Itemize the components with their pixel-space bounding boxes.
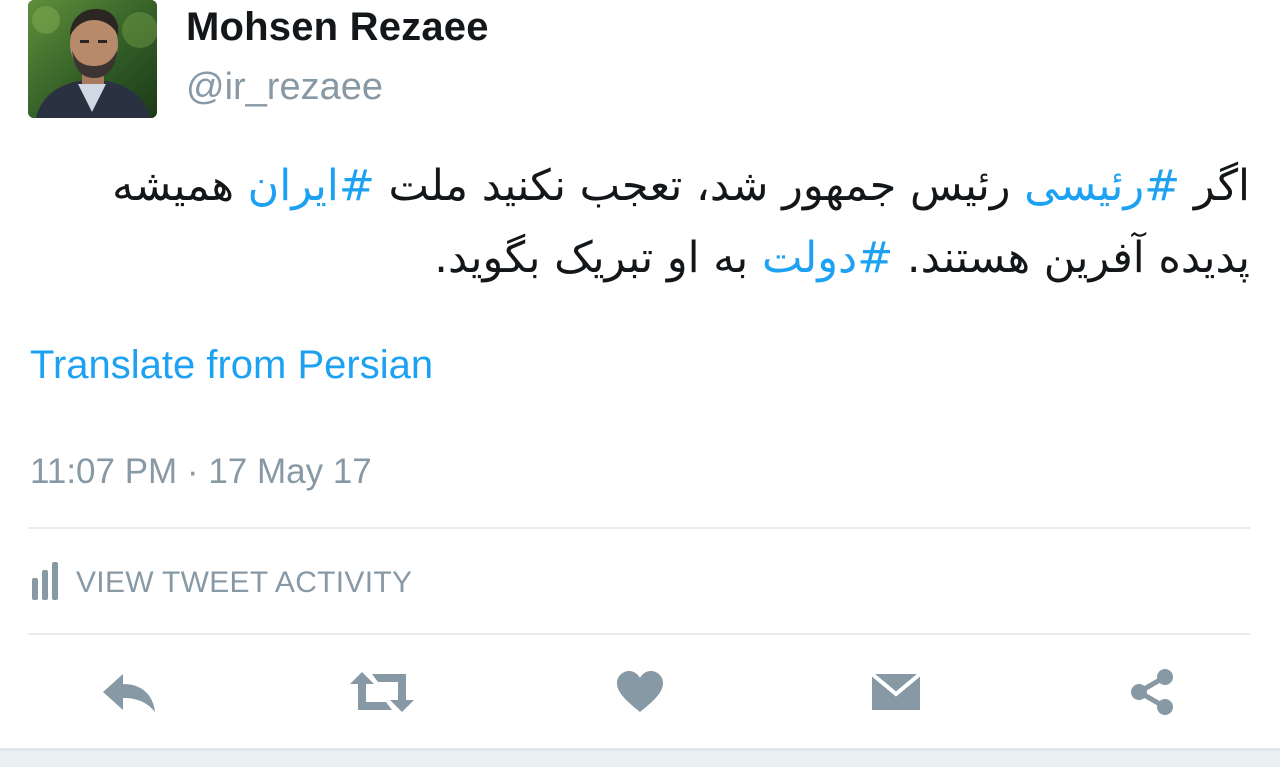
- tweet-detail-view: Mohsen Rezaee @ir_rezaee اگر #رئیسی رئیس…: [0, 0, 1280, 767]
- bar-chart-icon: [30, 561, 66, 605]
- avatar[interactable]: [28, 0, 157, 118]
- tweet-text-segment: اگر: [1180, 161, 1250, 211]
- retweet-button[interactable]: [350, 668, 414, 720]
- tweet-text-segment: رئیس جمهور شد، تعجب نکنید ملت: [374, 161, 1025, 211]
- avatar-image: [28, 0, 157, 118]
- bottom-separator: [0, 748, 1280, 767]
- retweet-icon: [350, 670, 414, 719]
- translate-link[interactable]: Translate from Persian: [30, 343, 433, 388]
- envelope-icon: [870, 670, 922, 719]
- reply-icon: [101, 670, 157, 719]
- view-tweet-activity-button[interactable]: VIEW TWEET ACTIVITY: [30, 561, 413, 605]
- direct-message-button[interactable]: [866, 668, 926, 720]
- share-icon: [1127, 667, 1177, 722]
- view-tweet-activity-label: VIEW TWEET ACTIVITY: [76, 566, 413, 599]
- divider: [28, 633, 1250, 635]
- divider: [28, 527, 1250, 529]
- author-handle[interactable]: @ir_rezaee: [186, 66, 383, 109]
- share-button[interactable]: [1122, 668, 1182, 720]
- tweet-text: اگر #رئیسی رئیس جمهور شد، تعجب نکنید ملت…: [28, 150, 1250, 294]
- tweet-timestamp: 11:07 PM · 17 May 17: [30, 452, 372, 491]
- author-display-name[interactable]: Mohsen Rezaee: [186, 5, 489, 50]
- reply-button[interactable]: [99, 668, 159, 720]
- tweet-text-segment: به او تبریک بگوید.: [434, 233, 762, 283]
- hashtag-link[interactable]: #ایران: [248, 161, 375, 211]
- like-button[interactable]: [610, 668, 670, 720]
- tweet-action-bar: [0, 668, 1280, 720]
- hashtag-link[interactable]: #دولت: [762, 233, 893, 283]
- heart-icon: [615, 670, 665, 719]
- hashtag-link[interactable]: #رئیسی: [1024, 161, 1180, 211]
